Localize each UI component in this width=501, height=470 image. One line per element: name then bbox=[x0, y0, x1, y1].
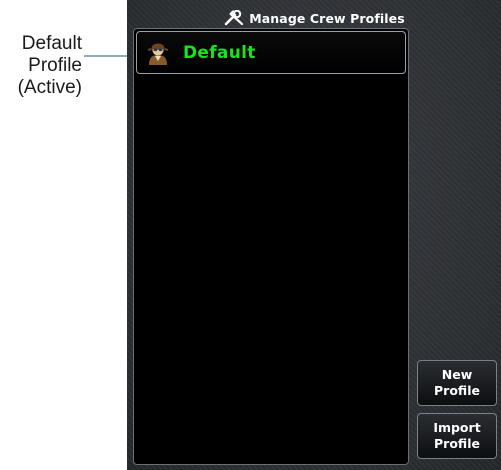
profile-label: Default bbox=[183, 42, 256, 63]
import-profile-label-2: Profile bbox=[434, 436, 480, 451]
new-profile-button[interactable]: New Profile bbox=[417, 360, 497, 406]
wrench-screwdriver-icon bbox=[223, 10, 245, 26]
profile-list[interactable]: Default bbox=[133, 28, 409, 465]
new-profile-label-1: New bbox=[441, 367, 473, 382]
crew-profiles-screen: Manage Crew Profiles Default New Profile bbox=[127, 0, 501, 470]
pilot-avatar-icon bbox=[145, 40, 171, 66]
profile-item-default[interactable]: Default bbox=[136, 31, 406, 74]
page-title-bar: Manage Crew Profiles bbox=[127, 8, 501, 28]
new-profile-label-2: Profile bbox=[434, 383, 480, 398]
page-title: Manage Crew Profiles bbox=[249, 10, 405, 26]
import-profile-label-1: Import bbox=[433, 420, 481, 435]
callout-line-3: (Active) bbox=[17, 77, 82, 98]
callout-line-2: Profile bbox=[28, 55, 82, 76]
active-profile-callout: Default Profile (Active) bbox=[0, 33, 82, 99]
callout-line-1: Default bbox=[21, 33, 82, 54]
import-profile-button[interactable]: Import Profile bbox=[417, 413, 497, 459]
